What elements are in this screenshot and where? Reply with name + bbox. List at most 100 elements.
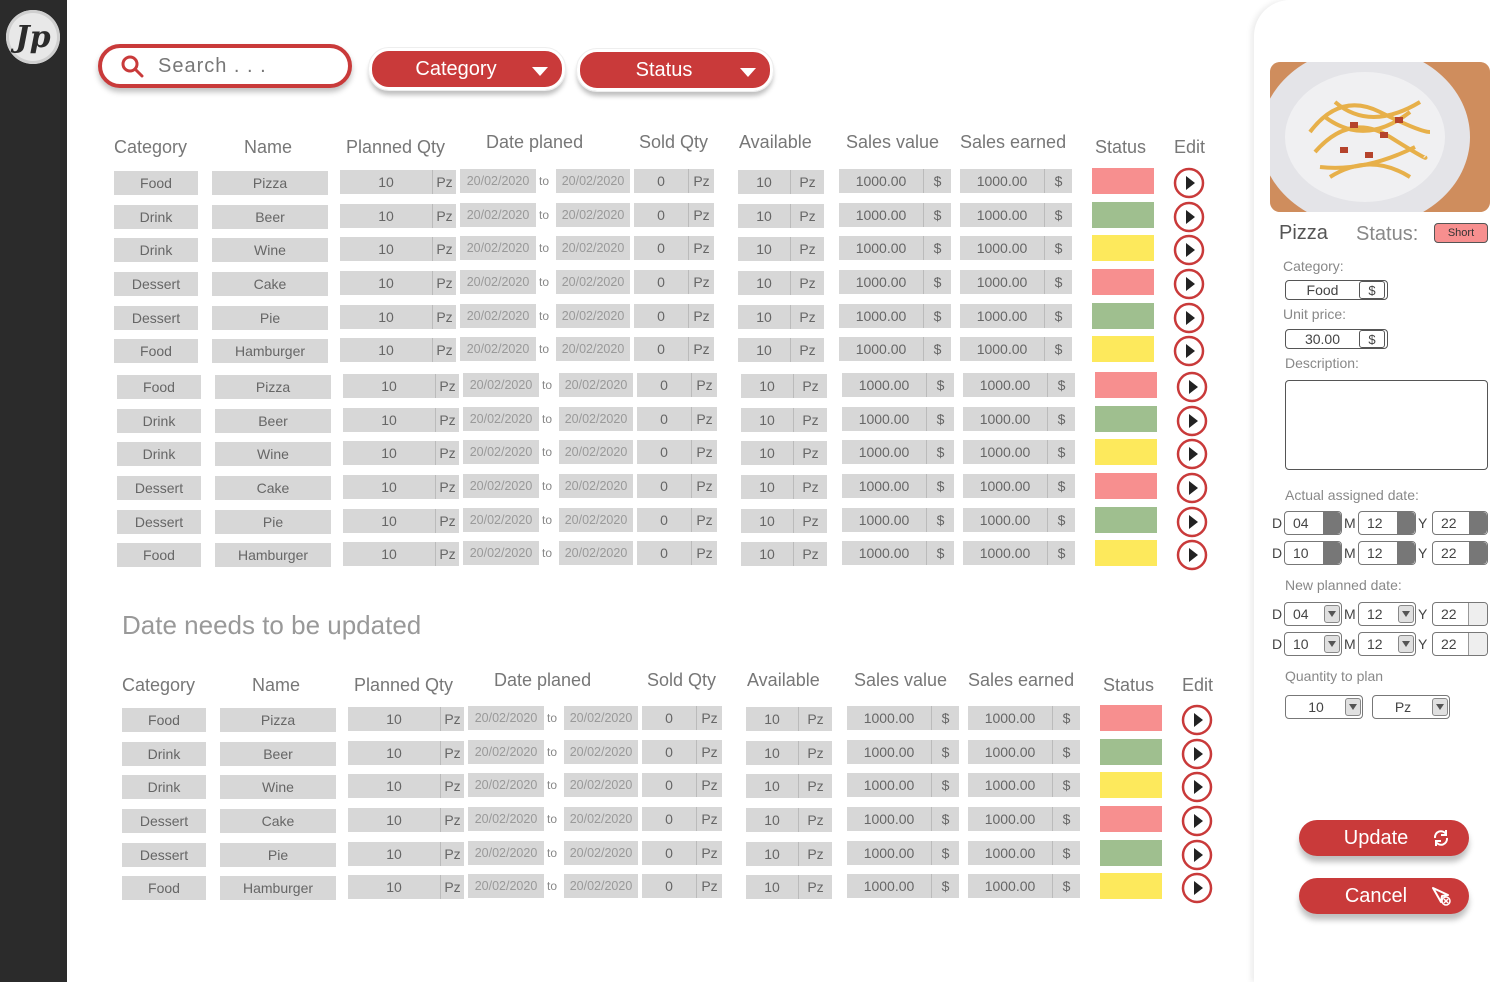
date-to-cell[interactable]: 20/02/2020 xyxy=(564,874,638,898)
chevron-down-icon[interactable] xyxy=(1398,605,1414,623)
month-field[interactable]: 12 xyxy=(1358,511,1416,535)
date-to-cell[interactable]: 20/02/2020 xyxy=(559,541,633,565)
date-from-cell[interactable]: 20/02/2020 xyxy=(463,508,539,532)
update-button[interactable]: Update xyxy=(1299,820,1469,856)
date-from-cell[interactable]: 20/02/2020 xyxy=(468,841,544,865)
date-to-cell[interactable]: 20/02/2020 xyxy=(556,270,630,294)
day-spinner[interactable] xyxy=(1323,512,1341,534)
date-to-cell[interactable]: 20/02/2020 xyxy=(556,304,630,328)
month-field[interactable]: 12 xyxy=(1358,632,1416,656)
date-to-cell[interactable]: 20/02/2020 xyxy=(564,807,638,831)
play-icon[interactable] xyxy=(1176,438,1208,470)
play-icon[interactable] xyxy=(1173,302,1205,334)
search-input[interactable]: Search . . . xyxy=(98,44,352,88)
date-to-cell[interactable]: 20/02/2020 xyxy=(556,337,630,361)
play-icon[interactable] xyxy=(1181,839,1213,871)
month-field[interactable]: 12 xyxy=(1358,541,1416,565)
chevron-down-icon[interactable] xyxy=(1324,635,1340,653)
date-from-cell[interactable]: 20/02/2020 xyxy=(460,236,536,260)
detail-item-name: Pizza xyxy=(1279,222,1328,244)
quantity-unit-select[interactable]: Pz xyxy=(1372,695,1450,719)
play-icon[interactable] xyxy=(1176,539,1208,571)
status-filter-button[interactable]: Status xyxy=(576,48,774,92)
day-field[interactable]: 04 xyxy=(1284,511,1342,535)
date-from-cell[interactable]: 20/02/2020 xyxy=(460,169,536,193)
play-icon[interactable] xyxy=(1181,738,1213,770)
date-to-cell[interactable]: 20/02/2020 xyxy=(556,169,630,193)
day-field[interactable]: 04 xyxy=(1284,602,1342,626)
date-to-cell[interactable]: 20/02/2020 xyxy=(556,236,630,260)
available-cell: 10 xyxy=(738,305,790,329)
date-from-cell[interactable]: 20/02/2020 xyxy=(460,270,536,294)
day-field[interactable]: 10 xyxy=(1284,541,1342,565)
planned-unit-cell: Pz xyxy=(440,741,464,765)
app-logo[interactable]: Jp xyxy=(6,10,60,64)
column-header: Edit xyxy=(1174,137,1206,157)
unit-price-field[interactable]: 30.00 $ xyxy=(1285,329,1388,349)
chevron-down-icon[interactable] xyxy=(1432,698,1448,716)
category-cell: Drink xyxy=(117,409,201,433)
year-field[interactable]: 22 xyxy=(1432,511,1488,535)
year-field[interactable]: 22 xyxy=(1432,602,1488,626)
date-from-cell[interactable]: 20/02/2020 xyxy=(468,807,544,831)
date-from-cell[interactable]: 20/02/2020 xyxy=(468,874,544,898)
category-field[interactable]: Food $ xyxy=(1285,280,1388,300)
date-to-cell[interactable]: 20/02/2020 xyxy=(556,203,630,227)
day-field[interactable]: 10 xyxy=(1284,632,1342,656)
play-icon[interactable] xyxy=(1176,405,1208,437)
play-icon[interactable] xyxy=(1181,771,1213,803)
status-indicator xyxy=(1095,406,1157,432)
date-to-cell[interactable]: 20/02/2020 xyxy=(559,407,633,431)
chevron-down-icon[interactable] xyxy=(1345,698,1361,716)
day-spinner[interactable] xyxy=(1323,542,1341,564)
date-from-cell[interactable]: 20/02/2020 xyxy=(460,203,536,227)
sales-earned-cell: 1000.00 xyxy=(960,203,1044,227)
sales-value-currency: $ xyxy=(931,841,959,865)
play-icon[interactable] xyxy=(1173,335,1205,367)
play-icon[interactable] xyxy=(1176,371,1208,403)
play-icon[interactable] xyxy=(1173,201,1205,233)
chevron-down-icon[interactable] xyxy=(1398,635,1414,653)
year-field[interactable]: 22 xyxy=(1432,632,1488,656)
date-to-cell[interactable]: 20/02/2020 xyxy=(559,440,633,464)
date-from-cell[interactable]: 20/02/2020 xyxy=(468,773,544,797)
date-to-cell[interactable]: 20/02/2020 xyxy=(559,474,633,498)
date-from-cell[interactable]: 20/02/2020 xyxy=(460,304,536,328)
play-icon[interactable] xyxy=(1181,805,1213,837)
month-spinner[interactable] xyxy=(1397,512,1415,534)
date-from-cell[interactable]: 20/02/2020 xyxy=(463,474,539,498)
date-to-cell[interactable]: 20/02/2020 xyxy=(564,740,638,764)
year-spinner[interactable] xyxy=(1469,512,1487,534)
description-textarea[interactable] xyxy=(1285,380,1488,470)
play-icon[interactable] xyxy=(1173,268,1205,300)
date-from-cell[interactable]: 20/02/2020 xyxy=(468,740,544,764)
date-from-cell[interactable]: 20/02/2020 xyxy=(463,541,539,565)
play-icon[interactable] xyxy=(1181,704,1213,736)
quantity-select[interactable]: 10 xyxy=(1285,695,1363,719)
play-icon[interactable] xyxy=(1176,472,1208,504)
date-from-cell[interactable]: 20/02/2020 xyxy=(463,407,539,431)
date-to-cell[interactable]: 20/02/2020 xyxy=(564,841,638,865)
month-spinner[interactable] xyxy=(1397,542,1415,564)
date-from-cell[interactable]: 20/02/2020 xyxy=(463,440,539,464)
category-filter-button[interactable]: Category xyxy=(368,47,566,91)
play-icon[interactable] xyxy=(1181,872,1213,904)
year-spinner[interactable] xyxy=(1469,542,1487,564)
date-to-cell[interactable]: 20/02/2020 xyxy=(564,706,638,730)
date-from-cell[interactable]: 20/02/2020 xyxy=(468,706,544,730)
year-spinner[interactable] xyxy=(1468,633,1487,655)
play-icon[interactable] xyxy=(1173,234,1205,266)
month-field[interactable]: 12 xyxy=(1358,602,1416,626)
year-spinner[interactable] xyxy=(1468,603,1487,625)
date-from-cell[interactable]: 20/02/2020 xyxy=(463,373,539,397)
play-icon[interactable] xyxy=(1173,167,1205,199)
chevron-down-icon[interactable] xyxy=(1324,605,1340,623)
date-to-cell[interactable]: 20/02/2020 xyxy=(559,508,633,532)
date-from-cell[interactable]: 20/02/2020 xyxy=(460,337,536,361)
date-to-cell[interactable]: 20/02/2020 xyxy=(564,773,638,797)
year-field[interactable]: 22 xyxy=(1432,541,1488,565)
date-to-cell[interactable]: 20/02/2020 xyxy=(559,373,633,397)
play-icon[interactable] xyxy=(1176,506,1208,538)
cancel-button[interactable]: Cancel xyxy=(1299,878,1469,914)
category-cell: Food xyxy=(117,375,201,399)
